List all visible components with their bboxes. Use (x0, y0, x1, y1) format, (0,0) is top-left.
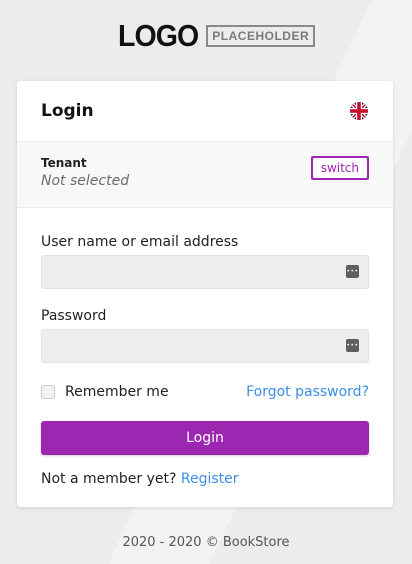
password-manager-icon[interactable]: ••• (346, 339, 359, 352)
logo-placeholder-tag: PLACEHOLDER (206, 25, 316, 47)
password-field-wrap: ••• (41, 329, 369, 363)
footer-copyright: 2020 - 2020 © BookStore (122, 535, 290, 550)
password-input[interactable] (41, 329, 369, 363)
password-manager-icon[interactable]: ••• (346, 265, 359, 278)
register-link[interactable]: Register (181, 471, 239, 487)
forgot-password-link[interactable]: Forgot password? (246, 384, 369, 400)
login-form: User name or email address ••• Password … (17, 208, 393, 487)
tenant-section: Tenant Not selected switch (17, 141, 393, 208)
logo: LOGO PLACEHOLDER (118, 18, 316, 53)
login-card: Login Tenant Not selected switch User na… (17, 81, 393, 507)
remember-me-label[interactable]: Remember me (65, 384, 169, 400)
card-header: Login (17, 81, 393, 141)
register-prompt: Not a member yet? (41, 471, 177, 487)
register-row: Not a member yet? Register (41, 471, 369, 487)
card-title: Login (41, 101, 94, 121)
username-label: User name or email address (41, 234, 239, 250)
password-label: Password (41, 308, 107, 324)
username-field-wrap: ••• (41, 255, 369, 289)
remember-me-checkbox[interactable] (41, 385, 55, 399)
logo-wordmark: LOGO (118, 18, 199, 53)
remember-row: Remember me Forgot password? (41, 382, 369, 402)
login-button[interactable]: Login (41, 421, 369, 455)
username-input[interactable] (41, 255, 369, 289)
remember-me-group: Remember me (41, 384, 169, 400)
switch-tenant-button[interactable]: switch (310, 156, 369, 180)
uk-flag-icon[interactable] (349, 101, 369, 121)
